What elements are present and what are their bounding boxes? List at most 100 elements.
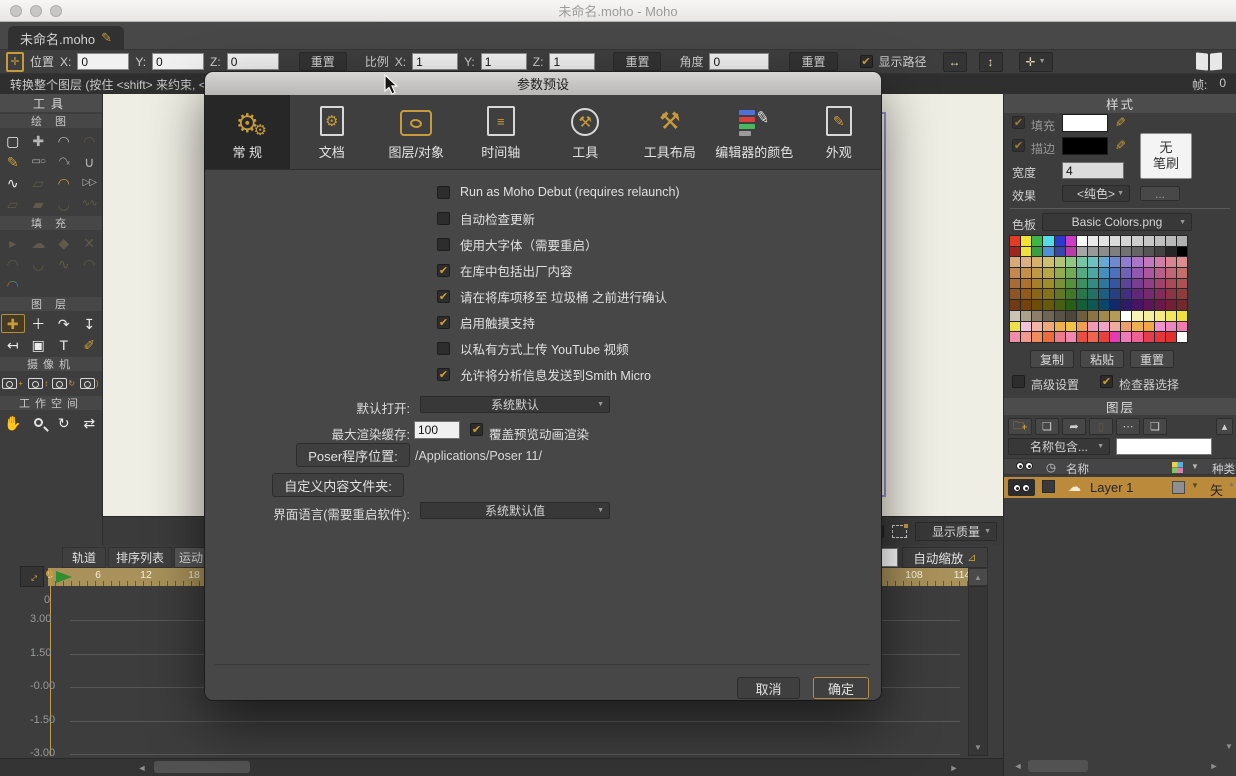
palette-color-swatch[interactable]: [1177, 300, 1187, 310]
reset-style-button[interactable]: 重置: [1130, 350, 1174, 368]
palette-color-swatch[interactable]: [1032, 300, 1042, 310]
noise-points-tool[interactable]: ∿∿: [77, 193, 103, 214]
stroke-width-tool[interactable]: ∿: [51, 253, 77, 274]
palette-color-swatch[interactable]: [1099, 247, 1109, 257]
scale-y-input[interactable]: [481, 53, 527, 70]
palette-color-swatch[interactable]: [1088, 257, 1098, 267]
palette-color-swatch[interactable]: [1055, 289, 1065, 299]
perspective-points-tool[interactable]: ▱: [0, 193, 26, 214]
palette-color-swatch[interactable]: [1099, 289, 1109, 299]
palette-color-swatch[interactable]: [1144, 289, 1154, 299]
timeline-tab[interactable]: 轨道: [62, 547, 106, 568]
magnet-tool[interactable]: ∪: [77, 151, 103, 172]
layer-row[interactable]: ☁ Layer 1 ▼ 矢 ▲: [1004, 477, 1236, 498]
palette-color-swatch[interactable]: [1021, 236, 1031, 246]
palette-color-swatch[interactable]: [1043, 236, 1053, 246]
palette-color-swatch[interactable]: [1110, 257, 1120, 267]
palette-color-swatch[interactable]: [1021, 311, 1031, 321]
palette-color-swatch[interactable]: [1077, 332, 1087, 342]
show-path-checkbox[interactable]: ✔: [860, 55, 873, 68]
palette-color-swatch[interactable]: [1099, 279, 1109, 289]
delete-shape-tool[interactable]: ✕: [77, 232, 103, 253]
scale-x-input[interactable]: [412, 53, 458, 70]
palette-color-swatch[interactable]: [1177, 247, 1187, 257]
palette-color-swatch[interactable]: [1010, 279, 1020, 289]
palette-color-swatch[interactable]: [1066, 236, 1076, 246]
palette-color-swatch[interactable]: [1088, 236, 1098, 246]
palette-color-swatch[interactable]: [1110, 332, 1120, 342]
selection-frame-icon[interactable]: [892, 525, 907, 538]
delete-layer-button[interactable]: ▯: [1089, 418, 1113, 435]
palette-color-swatch[interactable]: [1177, 236, 1187, 246]
palette-color-swatch[interactable]: [1177, 279, 1187, 289]
orbit-workspace-tool[interactable]: ⇄: [77, 412, 103, 433]
palette-color-swatch[interactable]: [1010, 322, 1020, 332]
palette-color-swatch[interactable]: [1099, 257, 1109, 267]
palette-color-swatch[interactable]: [1088, 268, 1098, 278]
dialog-tab-tool[interactable]: ⚒工具: [543, 95, 628, 169]
playhead-line[interactable]: [50, 568, 51, 756]
copy-layers-button[interactable]: ❏: [1143, 418, 1167, 435]
palette-color-swatch[interactable]: [1088, 279, 1098, 289]
curve-tool[interactable]: ◠: [51, 130, 77, 151]
palette-color-swatch[interactable]: [1055, 247, 1065, 257]
palette-color-swatch[interactable]: [1021, 247, 1031, 257]
no-brush-button[interactable]: 无 笔刷: [1140, 133, 1192, 179]
palette-color-swatch[interactable]: [1121, 268, 1131, 278]
palette-color-swatch[interactable]: [1144, 311, 1154, 321]
preference-checkbox[interactable]: ✔: [437, 290, 450, 303]
zoom-workspace-tool[interactable]: [26, 412, 52, 433]
palette-color-swatch[interactable]: [1110, 311, 1120, 321]
palette-color-swatch[interactable]: [1010, 300, 1020, 310]
effect-dropdown[interactable]: <纯色> ▼: [1062, 185, 1130, 202]
palette-color-swatch[interactable]: [1110, 236, 1120, 246]
palette-color-swatch[interactable]: [1077, 300, 1087, 310]
duplicate-layer-button[interactable]: ❏: [1035, 418, 1059, 435]
palette-color-swatch[interactable]: [1155, 236, 1165, 246]
palette-color-swatch[interactable]: [1010, 268, 1020, 278]
palette-color-swatch[interactable]: [1144, 300, 1154, 310]
palette-color-swatch[interactable]: [1110, 289, 1120, 299]
palette-color-swatch[interactable]: [1132, 322, 1142, 332]
palette-color-swatch[interactable]: [1144, 322, 1154, 332]
layers-scrollbar-thumb[interactable]: [1028, 760, 1088, 772]
palette-color-swatch[interactable]: [1132, 247, 1142, 257]
palette-color-swatch[interactable]: [1155, 332, 1165, 342]
transform-all-button[interactable]: ✛▼: [1019, 52, 1053, 72]
palette-color-swatch[interactable]: [1166, 257, 1176, 267]
fill-eyedropper-icon[interactable]: ✎: [1111, 117, 1127, 128]
camera-zoom-tool[interactable]: ↕: [26, 373, 52, 394]
palette-color-swatch[interactable]: [1144, 279, 1154, 289]
palette-color-swatch[interactable]: [1021, 257, 1031, 267]
auto-zoom-button[interactable]: 自动缩放 ⊿: [902, 547, 988, 568]
timeline-tab[interactable]: 排序列表: [108, 547, 172, 568]
palette-color-swatch[interactable]: [1099, 311, 1109, 321]
stroke-color-swatch[interactable]: [1062, 137, 1108, 155]
palette-color-swatch[interactable]: [1032, 279, 1042, 289]
new-layer-button[interactable]: 🗀+: [1008, 418, 1032, 435]
dialog-tab-monitor[interactable]: 图层/对象: [374, 95, 459, 169]
palette-color-swatch[interactable]: [1166, 311, 1176, 321]
scroll-left-button[interactable]: ◄: [132, 760, 152, 776]
language-dropdown[interactable]: 系统默认值 ▼: [420, 502, 610, 519]
cancel-button[interactable]: 取消: [737, 677, 800, 699]
dialog-tab-timeline[interactable]: ≡时间轴: [459, 95, 544, 169]
palette-color-swatch[interactable]: [1032, 322, 1042, 332]
palette-color-swatch[interactable]: [1088, 332, 1098, 342]
preference-checkbox[interactable]: ✔: [437, 342, 450, 355]
ok-button[interactable]: 确定: [813, 677, 869, 699]
palette-color-swatch[interactable]: [1066, 311, 1076, 321]
preference-checkbox[interactable]: ✔: [437, 368, 450, 381]
transform-points-tool[interactable]: ▷▷: [77, 172, 103, 193]
palette-color-swatch[interactable]: [1066, 289, 1076, 299]
freehand-tool[interactable]: ∿: [0, 172, 26, 193]
palette-color-swatch[interactable]: [1155, 289, 1165, 299]
palette-color-swatch[interactable]: [1155, 322, 1165, 332]
palette-color-swatch[interactable]: [1032, 311, 1042, 321]
angle-input[interactable]: [709, 53, 769, 70]
palette-color-swatch[interactable]: [1010, 332, 1020, 342]
palette-color-swatch[interactable]: [1166, 236, 1176, 246]
eraser-tool[interactable]: ▱: [26, 172, 52, 193]
palette-color-swatch[interactable]: [1043, 247, 1053, 257]
draw-shape-tool[interactable]: ▭○: [26, 151, 52, 172]
